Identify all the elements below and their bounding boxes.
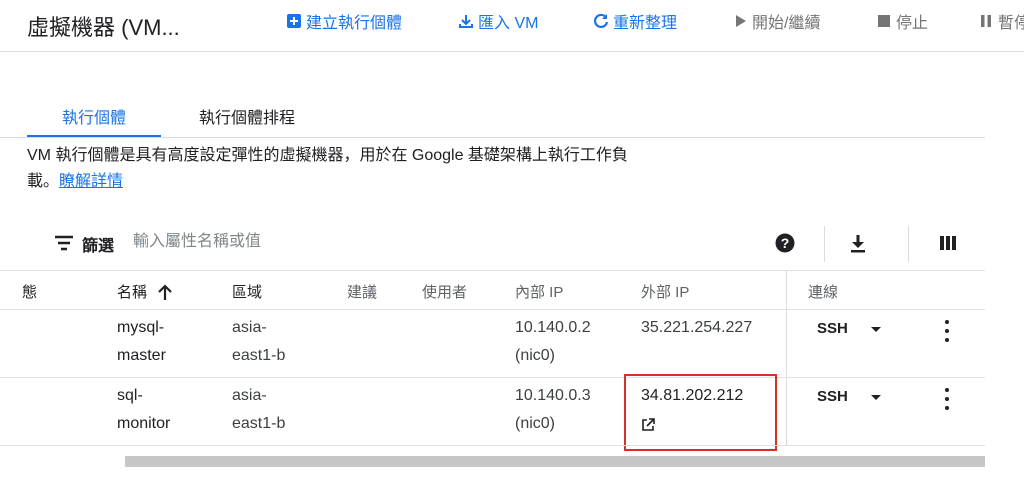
svg-text:?: ? [781, 235, 790, 251]
column-header-name[interactable]: 名稱 [117, 281, 173, 302]
refresh-icon [591, 11, 611, 31]
toolbar-divider [908, 226, 909, 262]
instance-name-link[interactable]: sql- monitor [117, 382, 170, 438]
column-header-recommendation[interactable]: 建議 [347, 281, 377, 302]
tab-instances[interactable]: 執行個體 [27, 100, 161, 138]
internal-ip-cell: 10.140.0.2 (nic0) [515, 314, 591, 370]
import-vm-label: 匯入 VM [478, 15, 539, 32]
stop-icon [874, 11, 894, 31]
nic-label: (nic0) [515, 347, 556, 364]
horizontal-scrollbar[interactable] [125, 456, 985, 467]
description-line2: 載。 [27, 173, 60, 190]
filter-label: 篩選 [82, 238, 115, 255]
refresh-button[interactable]: 重新整理 [591, 9, 677, 33]
create-instance-label: 建立執行個體 [306, 15, 403, 32]
column-header-name-label: 名稱 [117, 284, 148, 301]
sort-ascending-icon [157, 283, 173, 301]
tab-instances-label: 執行個體 [61, 110, 126, 127]
page-title: 虛擬機器 (VM... [27, 15, 180, 40]
table-bottom-border [0, 445, 985, 446]
internal-ip-cell: 10.140.0.3 (nic0) [515, 382, 591, 438]
column-display-icon[interactable] [937, 232, 959, 254]
external-ip-highlight-box [624, 374, 777, 451]
create-instance-button[interactable]: 建立執行個體 [284, 9, 402, 33]
ssh-button[interactable]: SSH [817, 320, 848, 337]
more-actions-icon[interactable] [943, 387, 951, 411]
zone-cell: asia- east1-b [232, 314, 285, 370]
zone-line1: asia- [232, 319, 267, 336]
ssh-options-dropdown[interactable] [871, 395, 881, 400]
tab-instance-schedules-label: 執行個體排程 [198, 110, 295, 127]
start-resume-label: 開始/繼續 [752, 15, 821, 32]
download-icon [456, 11, 476, 31]
column-header-in-use-by[interactable]: 使用者 [422, 281, 467, 302]
zone-line1: asia- [232, 387, 267, 404]
download-icon[interactable] [847, 232, 869, 254]
column-header-connect[interactable]: 連線 [808, 281, 838, 302]
instance-name-line2: master [117, 347, 166, 364]
filter-input[interactable] [133, 230, 433, 254]
internal-ip: 10.140.0.2 [515, 319, 591, 336]
learn-more-link[interactable]: 瞭解詳情 [59, 173, 123, 190]
instance-name-line1: mysql- [117, 319, 165, 336]
suspend-label: 暫停 [998, 15, 1024, 32]
help-icon[interactable]: ? [774, 232, 796, 254]
filter-icon[interactable] [54, 235, 74, 251]
tabs-divider [0, 137, 985, 138]
import-vm-button[interactable]: 匯入 VM [456, 9, 538, 33]
ssh-button[interactable]: SSH [817, 388, 848, 405]
internal-ip: 10.140.0.3 [515, 387, 591, 404]
table-top-border [0, 270, 985, 271]
column-header-external-ip[interactable]: 外部 IP [641, 281, 689, 302]
header-row-border [0, 309, 985, 310]
tab-instance-schedules[interactable]: 執行個體排程 [180, 100, 314, 138]
stop-label: 停止 [896, 15, 929, 32]
instance-name-line2: monitor [117, 415, 171, 432]
page-description: VM 執行個體是具有高度設定彈性的虛擬機器，用於在 Google 基礎架構上執行… [27, 143, 707, 195]
more-actions-icon[interactable] [943, 319, 951, 343]
play-icon [730, 11, 750, 31]
add-box-icon [284, 11, 304, 31]
ssh-options-dropdown[interactable] [871, 327, 881, 332]
zone-line2: east1-b [232, 415, 286, 432]
column-header-zone[interactable]: 區域 [232, 281, 262, 302]
instance-name-line1: sql- [117, 387, 143, 404]
nic-label: (nic0) [515, 415, 556, 432]
pause-icon [976, 11, 996, 31]
stop-button[interactable]: 停止 [874, 9, 928, 33]
connect-column-divider [786, 270, 787, 446]
page-header: 虛擬機器 (VM... 建立執行個體 匯入 VM 重新整理 開始/繼續 停止 暫… [0, 0, 1024, 52]
column-header-status[interactable]: 態 [22, 281, 37, 302]
zone-cell: asia- east1-b [232, 382, 285, 438]
description-line1: VM 執行個體是具有高度設定彈性的虛擬機器，用於在 Google 基礎架構上執行… [27, 147, 628, 164]
refresh-label: 重新整理 [613, 15, 678, 32]
row-border [0, 377, 985, 378]
zone-line2: east1-b [232, 347, 286, 364]
column-header-internal-ip[interactable]: 內部 IP [515, 281, 563, 302]
external-ip: 35.221.254.227 [641, 319, 753, 336]
toolbar-divider [824, 226, 825, 262]
start-resume-button[interactable]: 開始/繼續 [730, 9, 820, 33]
instance-name-link[interactable]: mysql- master [117, 314, 166, 370]
suspend-button[interactable]: 暫停 [976, 9, 1024, 33]
